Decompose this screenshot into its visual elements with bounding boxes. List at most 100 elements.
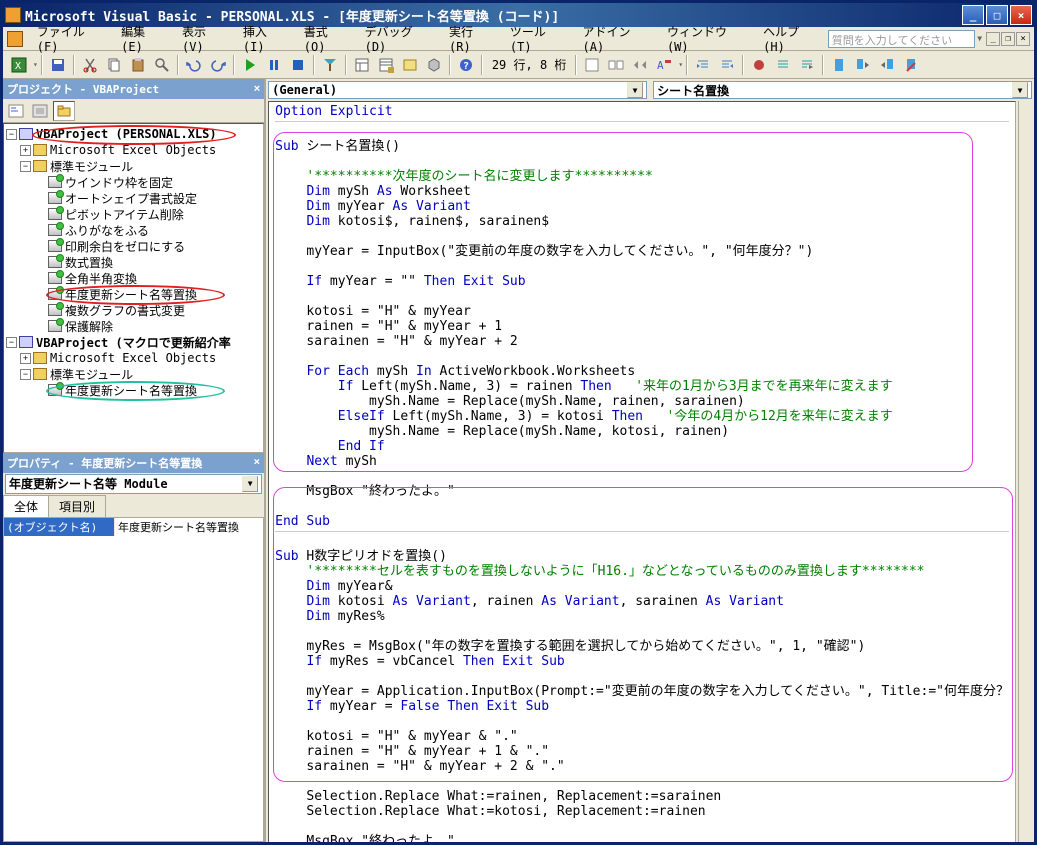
cut-button[interactable] xyxy=(78,54,102,76)
tree-module[interactable]: 複数グラフの書式変更 xyxy=(6,302,261,318)
tree-module[interactable]: ピボットアイテム削除 xyxy=(6,206,261,222)
tree-module[interactable]: オートシェイプ書式設定 xyxy=(6,190,261,206)
prop-obj-type: Module xyxy=(124,477,167,491)
project-tree[interactable]: −VBAProject (PERSONAL.XLS) +Microsoft Ex… xyxy=(3,123,264,453)
tree-module[interactable]: ウインドウ枠を固定 xyxy=(6,174,261,190)
properties-object-combo[interactable]: 年度更新シート名等 Module▼ xyxy=(3,473,264,495)
tree-label: VBAProject (PERSONAL.XLS) xyxy=(36,127,217,141)
properties-pane-close-icon[interactable]: × xyxy=(254,455,261,471)
help-dropdown-icon[interactable]: ▼ xyxy=(977,34,982,43)
edit-tool-3[interactable] xyxy=(628,54,652,76)
menubar: ファイル(F) 編集(E) 表示(V) 挿入(I) 書式(O) デバッグ(D) … xyxy=(3,27,1034,51)
tree-label: Microsoft Excel Objects xyxy=(50,351,216,365)
paste-button[interactable] xyxy=(126,54,150,76)
tree-module[interactable]: 全角半角変換 xyxy=(6,270,261,286)
svg-text:X: X xyxy=(15,61,21,72)
prop-value[interactable]: 年度更新シート名等置換 xyxy=(114,518,263,536)
reset-button[interactable] xyxy=(286,54,310,76)
bookmark-button[interactable] xyxy=(827,54,851,76)
properties-button[interactable] xyxy=(374,54,398,76)
close-button[interactable]: × xyxy=(1010,5,1032,25)
object-combo[interactable]: (General) ▼ xyxy=(268,81,647,99)
properties-grid[interactable]: (オブジェクト名) 年度更新シート名等置換 xyxy=(3,517,264,843)
save-button[interactable] xyxy=(46,54,70,76)
prop-row[interactable]: (オブジェクト名) 年度更新シート名等置換 xyxy=(4,518,263,536)
break-button[interactable] xyxy=(262,54,286,76)
chevron-down-icon[interactable]: ▼ xyxy=(1012,82,1028,98)
run-button[interactable] xyxy=(238,54,262,76)
tree-label: ウインドウ枠を固定 xyxy=(65,174,173,191)
view-excel-button[interactable]: X xyxy=(7,54,31,76)
project-explorer-button[interactable] xyxy=(350,54,374,76)
vbe-window: Microsoft Visual Basic - PERSONAL.XLS - … xyxy=(0,0,1037,845)
mdi-minimize-button[interactable]: _ xyxy=(986,32,1000,46)
view-object-button[interactable] xyxy=(29,101,51,121)
tree-label: ピボットアイテム削除 xyxy=(65,206,184,223)
indent-button[interactable] xyxy=(691,54,715,76)
toolbox-button[interactable] xyxy=(422,54,446,76)
procedure-combo-value: シート名置換 xyxy=(657,82,729,99)
outdent-button[interactable] xyxy=(715,54,739,76)
prev-bookmark-button[interactable] xyxy=(875,54,899,76)
mdi-close-button[interactable]: × xyxy=(1016,32,1030,46)
tree-std-modules-2[interactable]: −標準モジュール xyxy=(6,366,261,382)
chevron-down-icon[interactable]: ▼ xyxy=(242,476,258,492)
tree-label: 保護解除 xyxy=(65,318,113,335)
object-combo-value: (General) xyxy=(272,83,337,97)
svg-text:A: A xyxy=(657,59,664,72)
excel-dropdown-icon[interactable]: ▾ xyxy=(33,60,38,69)
tree-excel-objects-2[interactable]: +Microsoft Excel Objects xyxy=(6,350,261,366)
edit-dropdown-icon[interactable]: ▾ xyxy=(678,60,683,69)
tree-label: 印刷余白をゼロにする xyxy=(65,238,185,255)
maximize-button[interactable]: □ xyxy=(986,5,1008,25)
tree-module[interactable]: ふりがなをふる xyxy=(6,222,261,238)
redo-button[interactable] xyxy=(206,54,230,76)
copy-button[interactable] xyxy=(102,54,126,76)
edit-tool-4[interactable]: A xyxy=(652,54,676,76)
tree-module-2[interactable]: 年度更新シート名等置換 xyxy=(6,382,261,398)
tree-module-selected[interactable]: 年度更新シート名等置換 xyxy=(6,286,261,302)
next-bookmark-button[interactable] xyxy=(851,54,875,76)
tree-label: 標準モジュール xyxy=(50,366,133,383)
mdi-restore-button[interactable]: ❐ xyxy=(1001,32,1015,46)
tree-project-2[interactable]: −VBAProject (マクロで更新紹介率 xyxy=(6,334,261,350)
project-pane-header[interactable]: プロジェクト - VBAProject × xyxy=(3,79,264,99)
help-search-box[interactable]: 質問を入力してください xyxy=(828,30,975,48)
toggle-folders-button[interactable] xyxy=(53,101,75,121)
standard-toolbar: X ▾ ? 29 行, 8 桁 A ▾ xyxy=(3,51,1034,79)
tree-label: Microsoft Excel Objects xyxy=(50,143,216,157)
project-toolbar xyxy=(3,99,264,123)
design-mode-button[interactable] xyxy=(318,54,342,76)
find-button[interactable] xyxy=(150,54,174,76)
prop-tab-category[interactable]: 項目別 xyxy=(48,495,106,517)
code-editor[interactable]: Option Explicit Sub シート名置換() '**********… xyxy=(268,101,1016,842)
breakpoint-button[interactable] xyxy=(747,54,771,76)
prop-tab-all[interactable]: 全体 xyxy=(3,495,49,517)
help-button[interactable]: ? xyxy=(454,54,478,76)
tree-module[interactable]: 数式置換 xyxy=(6,254,261,270)
tree-module[interactable]: 保護解除 xyxy=(6,318,261,334)
tree-std-modules-1[interactable]: −標準モジュール xyxy=(6,158,261,174)
procedure-combo[interactable]: シート名置換 ▼ xyxy=(653,81,1032,99)
properties-pane-header[interactable]: プロパティ - 年度更新シート名等置換 × xyxy=(3,453,264,473)
project-pane-close-icon[interactable]: × xyxy=(254,83,260,95)
tree-module[interactable]: 印刷余白をゼロにする xyxy=(6,238,261,254)
prop-key: (オブジェクト名) xyxy=(4,518,114,536)
comment-button[interactable] xyxy=(771,54,795,76)
minimize-button[interactable]: _ xyxy=(962,5,984,25)
object-browser-button[interactable] xyxy=(398,54,422,76)
edit-tool-1[interactable] xyxy=(580,54,604,76)
vertical-scrollbar[interactable] xyxy=(1018,101,1034,842)
edit-tool-2[interactable] xyxy=(604,54,628,76)
tree-excel-objects-1[interactable]: +Microsoft Excel Objects xyxy=(6,142,261,158)
chevron-down-icon[interactable]: ▼ xyxy=(627,82,643,98)
cursor-position: 29 行, 8 桁 xyxy=(486,56,573,73)
uncomment-button[interactable] xyxy=(795,54,819,76)
undo-button[interactable] xyxy=(182,54,206,76)
clear-bookmarks-button[interactable] xyxy=(899,54,923,76)
tree-label: 複数グラフの書式変更 xyxy=(65,302,185,319)
tree-project-1[interactable]: −VBAProject (PERSONAL.XLS) xyxy=(6,126,261,142)
project-pane-title: プロジェクト - VBAProject xyxy=(7,81,159,97)
tree-label: オートシェイプ書式設定 xyxy=(65,190,197,207)
view-code-button[interactable] xyxy=(5,101,27,121)
